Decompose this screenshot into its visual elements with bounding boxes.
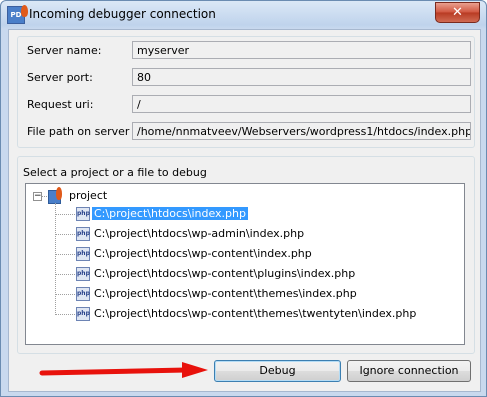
collapse-icon[interactable]: − xyxy=(33,192,42,201)
tree-item-file[interactable]: C:\project\htdocs\index.php xyxy=(92,207,248,220)
tree-item-file[interactable]: C:\project\htdocs\wp-content\index.php xyxy=(92,247,314,260)
server-name-field[interactable]: myserver xyxy=(132,41,471,59)
file-path-field[interactable]: /home/nnmatveev/Webservers/wordpress1/ht… xyxy=(132,122,471,140)
tree-connector xyxy=(55,254,75,255)
tree-item-file[interactable]: C:\project\htdocs\wp-content\plugins\ind… xyxy=(92,267,357,280)
server-port-field[interactable]: 80 xyxy=(132,68,471,86)
tree-root-project[interactable]: project xyxy=(69,189,107,202)
php-file-icon: php xyxy=(76,307,90,321)
server-port-label: Server port: xyxy=(27,71,93,84)
server-name-label: Server name: xyxy=(27,44,102,57)
php-file-icon: php xyxy=(76,227,90,241)
tree-connector xyxy=(55,214,75,215)
dialog-body: Server name: myserver Server port: 80 Re… xyxy=(8,29,481,392)
php-file-icon: php xyxy=(76,267,90,281)
close-button[interactable]: ✕ xyxy=(435,2,480,23)
app-icon-flame xyxy=(21,5,28,17)
close-icon: ✕ xyxy=(452,5,463,20)
tree-item-file[interactable]: C:\project\htdocs\wp-admin\index.php xyxy=(92,227,306,240)
php-file-icon: php xyxy=(76,247,90,261)
tree-connector xyxy=(55,274,75,275)
tree-item-file[interactable]: C:\project\htdocs\wp-content\themes\inde… xyxy=(92,287,359,300)
dialog-window: PD Incoming debugger connection ✕ Server… xyxy=(0,0,487,397)
request-uri-label: Request uri: xyxy=(27,98,94,111)
tree-connector xyxy=(55,234,75,235)
file-path-label: File path on server xyxy=(27,125,130,138)
window-title: Incoming debugger connection xyxy=(29,7,216,21)
request-uri-field[interactable]: / xyxy=(132,95,471,113)
php-file-icon: php xyxy=(76,207,90,221)
tree-connector xyxy=(55,314,75,315)
app-icon-text: PD xyxy=(10,11,22,19)
project-icon xyxy=(48,187,64,204)
project-select-label: Select a project or a file to debug xyxy=(23,166,207,179)
tree-connector xyxy=(55,203,56,313)
project-tree[interactable]: − project php C:\project\htdocs\index.ph… xyxy=(25,183,465,345)
tree-item-file[interactable]: C:\project\htdocs\wp-content\themes\twen… xyxy=(92,307,418,320)
title-bar[interactable]: PD Incoming debugger connection ✕ xyxy=(1,1,486,29)
debug-button[interactable]: Debug xyxy=(214,360,341,382)
ignore-connection-button[interactable]: Ignore connection xyxy=(347,360,471,382)
tree-connector xyxy=(42,196,47,197)
red-arrow-annotation xyxy=(39,362,208,378)
tree-connector xyxy=(55,294,75,295)
php-file-icon: php xyxy=(76,287,90,301)
app-icon: PD xyxy=(7,5,28,24)
